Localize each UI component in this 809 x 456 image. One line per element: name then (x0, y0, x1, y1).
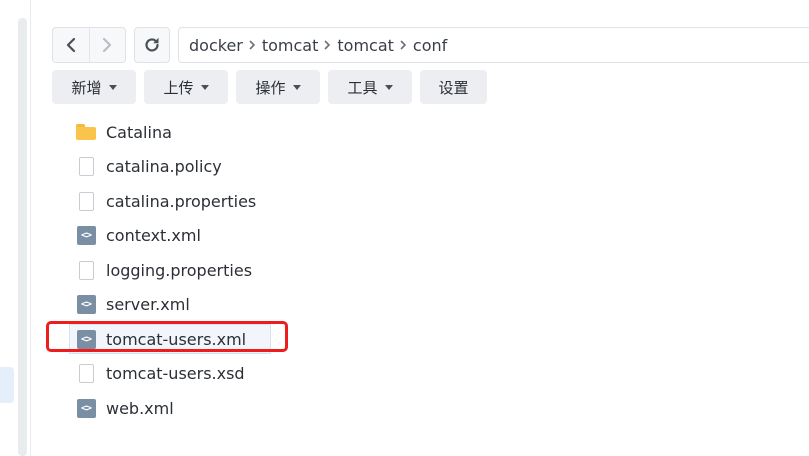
file-icon (75, 259, 97, 281)
caret-down-icon (108, 84, 117, 90)
breadcrumb-separator-icon (324, 40, 331, 50)
file-name: web.xml (106, 398, 174, 418)
red-highlight-box (46, 321, 288, 352)
file-name: logging.properties (106, 260, 253, 280)
file-row-tomcat-users-xsd[interactable]: tomcat-users.xsd (70, 356, 470, 390)
refresh-button[interactable] (134, 27, 170, 63)
chevron-right-icon (103, 37, 112, 53)
xml-code-icon: <> (75, 224, 97, 246)
breadcrumb-separator-icon (249, 40, 256, 50)
action-button[interactable]: 操作 (236, 70, 320, 104)
new-button-label: 新增 (71, 78, 102, 97)
caret-down-icon (384, 84, 393, 90)
chevron-left-icon (66, 37, 75, 53)
file-name: Catalina (106, 122, 172, 142)
panel-divider (30, 0, 31, 456)
breadcrumb-segment[interactable]: tomcat (337, 36, 394, 55)
new-button[interactable]: 新增 (52, 70, 136, 104)
folder-icon (75, 121, 97, 143)
tools-button-label: 工具 (347, 78, 378, 97)
back-button[interactable] (53, 28, 89, 62)
file-name: context.xml (106, 225, 201, 245)
file-icon (75, 190, 97, 212)
caret-down-icon (292, 84, 301, 90)
file-name: catalina.policy (106, 156, 222, 176)
breadcrumb-segment[interactable]: conf (413, 36, 447, 55)
file-row-server-xml[interactable]: <> server.xml (70, 287, 470, 321)
tools-button[interactable]: 工具 (328, 70, 412, 104)
breadcrumb-segment[interactable]: docker (189, 36, 243, 55)
file-name: tomcat-users.xsd (106, 363, 245, 383)
upload-button[interactable]: 上传 (144, 70, 228, 104)
file-row-logging-properties[interactable]: logging.properties (70, 253, 470, 287)
xml-code-icon: <> (75, 293, 97, 315)
file-name: server.xml (106, 294, 190, 314)
file-icon (75, 362, 97, 384)
refresh-icon (145, 37, 159, 52)
breadcrumb-segment[interactable]: tomcat (262, 36, 319, 55)
action-button-label: 操作 (255, 78, 286, 97)
forward-button[interactable] (88, 28, 126, 62)
file-name: catalina.properties (106, 191, 257, 211)
left-panel-selected-item[interactable] (0, 367, 14, 403)
file-row-context-xml[interactable]: <> context.xml (70, 218, 470, 252)
settings-button[interactable]: 设置 (420, 70, 487, 104)
file-row-catalina-policy[interactable]: catalina.policy (70, 149, 470, 183)
file-row-catalina-properties[interactable]: catalina.properties (70, 184, 470, 218)
path-breadcrumb[interactable]: docker tomcat tomcat conf (178, 27, 809, 63)
breadcrumb-separator-icon (400, 40, 407, 50)
history-nav (52, 27, 126, 63)
file-icon (75, 155, 97, 177)
file-row-web-xml[interactable]: <> web.xml (70, 391, 470, 425)
caret-down-icon (200, 84, 209, 90)
file-row-catalina[interactable]: Catalina (70, 115, 470, 149)
xml-code-icon: <> (75, 397, 97, 419)
left-panel (0, 0, 30, 456)
upload-button-label: 上传 (163, 78, 194, 97)
settings-button-label: 设置 (438, 78, 469, 97)
left-scrollbar[interactable] (18, 18, 27, 456)
